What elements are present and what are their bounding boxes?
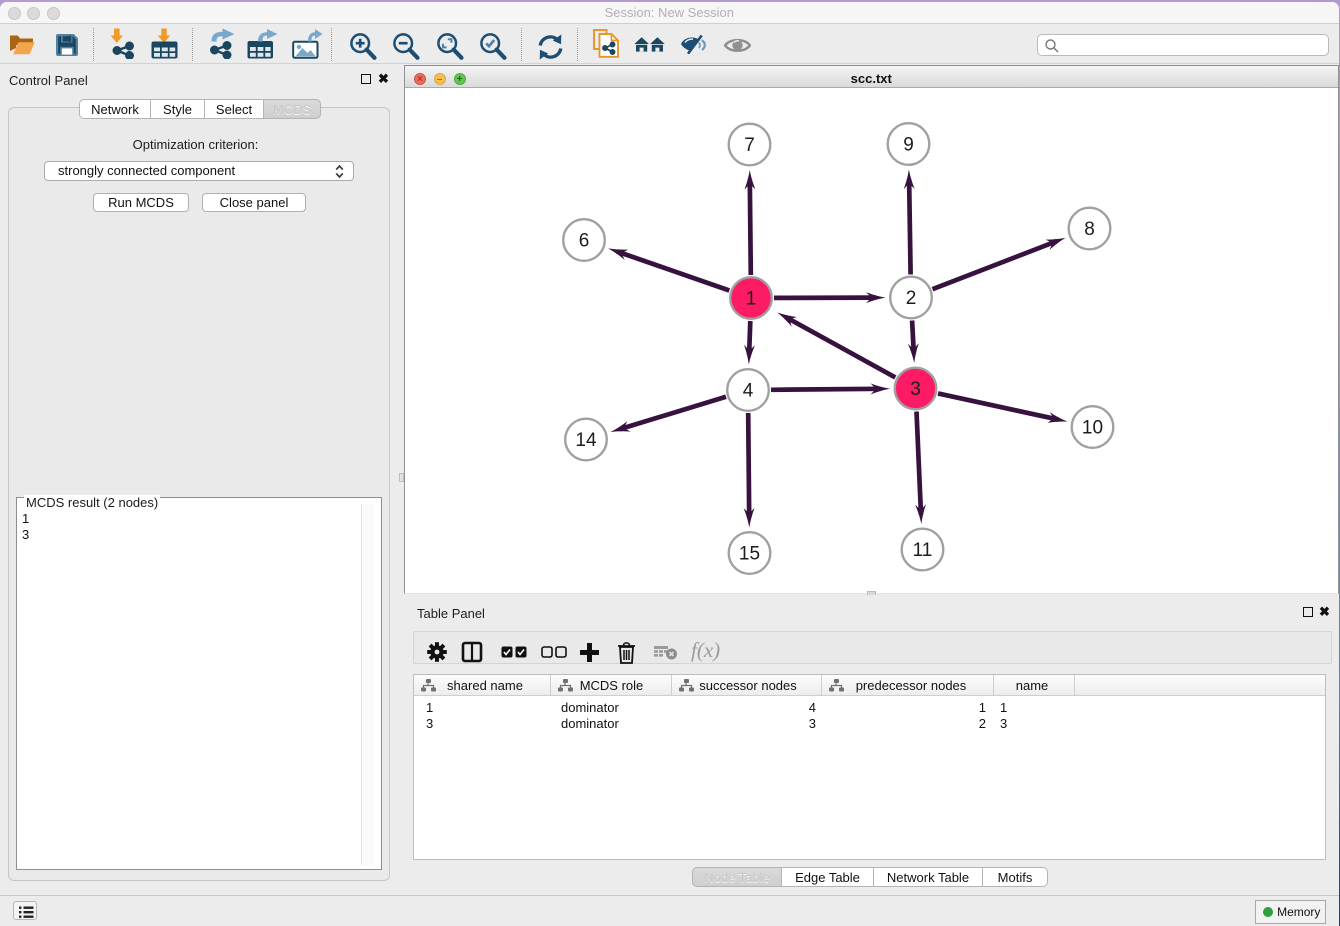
svg-text:1: 1: [746, 289, 757, 310]
svg-text:4: 4: [743, 381, 754, 402]
svg-text:2: 2: [906, 288, 917, 309]
svg-text:9: 9: [903, 135, 914, 156]
svg-text:3: 3: [910, 379, 921, 400]
svg-text:6: 6: [579, 231, 590, 252]
svg-text:10: 10: [1082, 418, 1103, 439]
svg-text:14: 14: [575, 430, 597, 451]
svg-text:11: 11: [913, 540, 933, 561]
svg-text:8: 8: [1084, 219, 1095, 240]
svg-text:7: 7: [744, 135, 755, 156]
svg-text:15: 15: [739, 544, 760, 565]
